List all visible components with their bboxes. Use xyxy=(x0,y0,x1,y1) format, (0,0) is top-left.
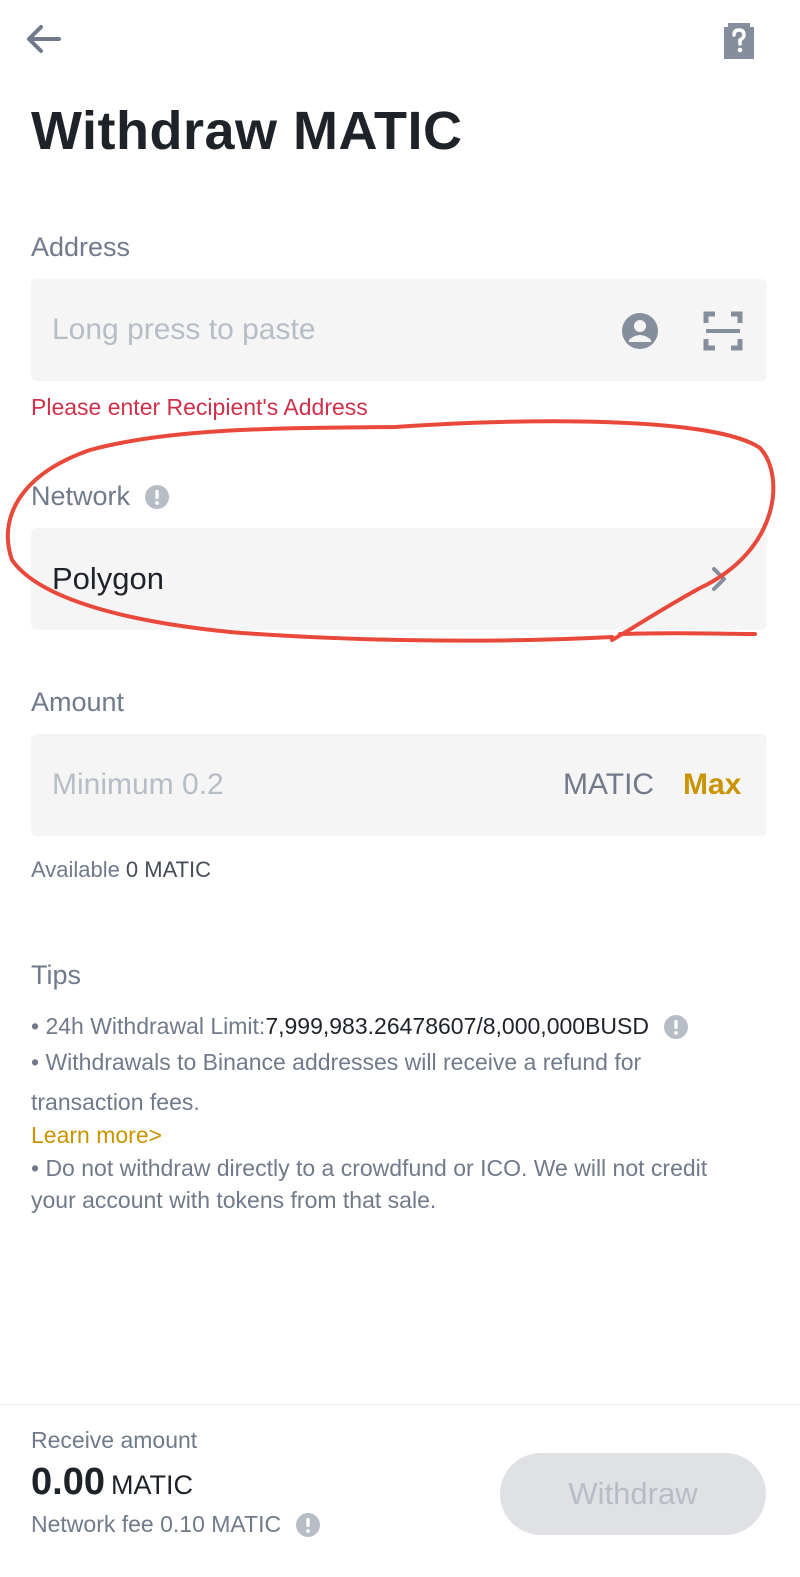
chevron-right-icon xyxy=(712,567,726,591)
tip-withdrawal-limit: • 24h Withdrawal Limit: 7,999,983.264786… xyxy=(31,1013,689,1040)
address-label: Address xyxy=(31,232,130,263)
qr-scan-icon[interactable] xyxy=(703,311,743,351)
arrow-left-icon xyxy=(27,25,61,53)
help-button[interactable] xyxy=(718,20,760,62)
amount-unit: MATIC xyxy=(563,768,655,801)
receive-amount-unit: MATIC xyxy=(110,1470,193,1500)
available-balance: Available 0 MATIC xyxy=(31,857,211,883)
amount-label-text: Amount xyxy=(31,687,125,717)
tip-ico-line2: your account with tokens from that sale. xyxy=(31,1187,437,1213)
top-bar xyxy=(0,0,800,90)
address-input[interactable] xyxy=(52,313,572,347)
learn-more-link[interactable]: Learn more> xyxy=(31,1122,162,1149)
tip-refund-line2: transaction fees. xyxy=(31,1089,200,1115)
address-label-text: Address xyxy=(31,232,131,262)
bottom-bar: Receive amount 0.00 MATIC Network fee 0.1… xyxy=(0,1404,800,1577)
address-error-text: Please enter Recipient's Address xyxy=(31,394,368,420)
network-fee-text: Network fee 0.10 MATIC xyxy=(31,1511,282,1537)
available-value: 0 MATIC xyxy=(125,857,212,882)
withdraw-button[interactable]: Withdraw xyxy=(500,1453,766,1535)
page-title: Withdraw MATIC xyxy=(31,101,463,161)
amount-input[interactable] xyxy=(52,768,532,802)
tip-refund-line1: • Withdrawals to Binance addresses will … xyxy=(31,1049,642,1075)
tip-ico-line1: • Do not withdraw directly to a crowdfun… xyxy=(31,1155,708,1181)
info-icon[interactable] xyxy=(663,1014,689,1040)
network-label: Network xyxy=(31,481,170,512)
available-label: Available xyxy=(31,857,120,882)
receive-amount-label: Receive amount xyxy=(31,1427,198,1453)
network-value: Polygon xyxy=(52,561,165,596)
address-field[interactable] xyxy=(31,279,767,381)
receive-amount: 0.00 MATIC xyxy=(31,1461,193,1504)
back-button[interactable] xyxy=(18,18,68,60)
tips-title: Tips xyxy=(31,960,82,990)
info-icon[interactable] xyxy=(144,484,170,510)
help-doc-icon xyxy=(724,23,754,59)
amount-field[interactable]: MATIC Max xyxy=(31,734,767,836)
network-label-text: Network xyxy=(31,481,131,511)
tip-limit-value: 7,999,983.26478607/8,000,000BUSD xyxy=(265,1013,649,1039)
address-book-icon[interactable] xyxy=(620,311,660,351)
network-fee: Network fee 0.10 MATIC xyxy=(31,1511,321,1538)
network-selector[interactable]: Polygon xyxy=(31,528,767,630)
tip-limit-label: • 24h Withdrawal Limit: xyxy=(31,1013,266,1039)
max-button[interactable]: Max xyxy=(683,768,741,802)
amount-label: Amount xyxy=(31,687,124,718)
receive-amount-value: 0.00 xyxy=(31,1461,105,1503)
info-icon[interactable] xyxy=(295,1512,321,1538)
